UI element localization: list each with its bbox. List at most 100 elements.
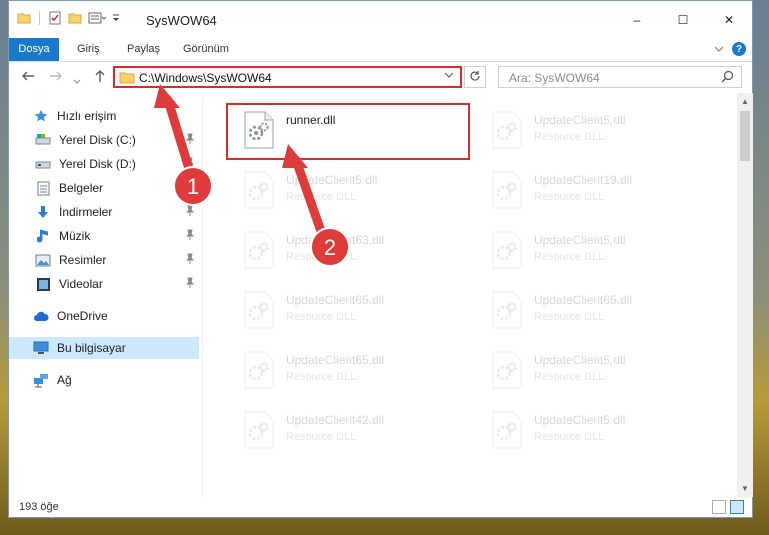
new-folder-icon[interactable]	[68, 11, 82, 25]
status-bar: 193 öğe	[9, 497, 752, 518]
scrollbar-thumb[interactable]	[740, 111, 750, 161]
tab-view[interactable]: Görünüm	[173, 38, 239, 61]
file-item[interactable]: UpdateClient5.dll Resource DLL	[465, 341, 695, 391]
search-placeholder: Ara: SysWOW64	[509, 71, 600, 85]
file-item[interactable]: UpdateClient5.dll Resource DLL	[465, 221, 695, 271]
details-view-icon[interactable]	[712, 500, 726, 514]
customize-toolbar-icon[interactable]	[112, 11, 120, 25]
address-dropdown-icon[interactable]	[444, 70, 454, 82]
file-type: Resource DLL	[534, 191, 605, 203]
file-item[interactable]: UpdateClient65.dll Resource DLL	[465, 281, 695, 331]
folder-icon	[119, 70, 135, 87]
pin-icon[interactable]	[185, 229, 195, 244]
search-icon	[721, 70, 734, 86]
sidebar-item-onedrive[interactable]: OneDrive	[9, 305, 199, 327]
close-icon: ✕	[723, 12, 735, 27]
sidebar-item-label: Yerel Disk (D:)	[59, 157, 136, 171]
sidebar-item-downloads[interactable]: İndirmeler	[9, 201, 199, 223]
file-item[interactable]: UpdateClient65.dll Resource DLL	[217, 281, 447, 331]
file-item[interactable]: UpdateClient42.dll Resource DLL	[217, 401, 447, 451]
refresh-icon	[469, 70, 481, 85]
expand-ribbon-icon[interactable]	[714, 42, 724, 56]
sidebar-item-network[interactable]: Ağ	[9, 369, 199, 391]
file-type: Resource DLL	[534, 311, 605, 323]
view-menu-icon[interactable]	[88, 11, 106, 25]
window-title: SysWOW64	[146, 13, 217, 28]
minimize-icon: –	[633, 12, 641, 27]
dll-file-icon	[491, 291, 523, 329]
address-bar[interactable]: C:\Windows\SysWOW64	[113, 66, 462, 88]
file-name: UpdateClient63.dll	[286, 233, 385, 247]
forward-icon[interactable]	[49, 69, 63, 86]
file-type: Resource DLL	[286, 311, 357, 323]
file-type: Resource DLL	[534, 431, 605, 443]
pin-icon[interactable]	[185, 253, 195, 268]
explorer-window: SysWOW64 – ☐ ✕ Dosya Giriş Paylaş Görünü…	[8, 0, 753, 518]
scroll-down-icon[interactable]: ▼	[741, 484, 749, 493]
file-item[interactable]: UpdateClient5.dll Resource DLL	[465, 101, 695, 151]
sidebar-item-videos[interactable]: Videolar	[9, 273, 199, 295]
up-icon[interactable]	[93, 69, 107, 86]
address-path: C:\Windows\SysWOW64	[139, 71, 272, 85]
sidebar-item-quick-access[interactable]: Hızlı erişim	[9, 105, 199, 127]
documents-icon	[35, 180, 51, 196]
maximize-button[interactable]: ☐	[660, 1, 706, 38]
dll-file-icon	[491, 111, 523, 149]
pin-icon[interactable]	[185, 205, 195, 220]
file-item[interactable]: UpdateClient63.dll Resource DLL	[217, 221, 447, 271]
refresh-button[interactable]	[464, 66, 486, 88]
search-box[interactable]: Ara: SysWOW64	[498, 66, 742, 88]
sidebar-item-label: Ağ	[57, 373, 72, 387]
sidebar-item-local-disk-c[interactable]: Yerel Disk (C:)	[9, 129, 199, 151]
file-item[interactable]: UpdateClient19.dll Resource DLL	[465, 161, 695, 211]
close-button[interactable]: ✕	[706, 1, 752, 38]
properties-icon[interactable]	[48, 11, 62, 25]
sidebar-item-local-disk-d[interactable]: Yerel Disk (D:)	[9, 153, 199, 175]
file-name: UpdateClient65.dll	[286, 293, 385, 307]
dll-file-icon	[243, 411, 275, 449]
dll-file-icon	[243, 291, 275, 329]
pictures-icon	[35, 252, 51, 268]
sidebar-item-music[interactable]: Müzik	[9, 225, 199, 247]
file-name: UpdateClient5.dll	[286, 173, 378, 187]
tab-share[interactable]: Paylaş	[117, 38, 170, 61]
file-name: UpdateClient42.dll	[286, 413, 385, 427]
sidebar-item-label: Müzik	[59, 229, 91, 243]
file-type: Resource DLL	[534, 251, 605, 263]
file-item[interactable]: UpdateClient5.dll Resource DLL	[217, 161, 447, 211]
pane-splitter[interactable]	[202, 97, 203, 497]
file-type: Resource DLL	[534, 131, 605, 143]
back-icon[interactable]	[21, 69, 35, 86]
large-icons-view-icon[interactable]	[730, 500, 744, 514]
file-name: UpdateClient5.dll	[534, 353, 626, 367]
file-name: UpdateClient5.dll	[534, 413, 626, 427]
sidebar-item-documents[interactable]: Belgeler	[9, 177, 199, 199]
network-icon	[33, 372, 49, 388]
sidebar-item-this-pc[interactable]: Bu bilgisayar	[9, 337, 199, 359]
file-item[interactable]: UpdateClient5.dll Resource DLL	[465, 401, 695, 451]
sidebar-item-label: Bu bilgisayar	[57, 341, 126, 355]
view-switcher	[712, 500, 744, 514]
scroll-up-icon[interactable]: ▲	[741, 97, 749, 106]
sidebar-item-pictures[interactable]: Resimler	[9, 249, 199, 271]
tab-file[interactable]: Dosya	[9, 38, 59, 61]
minimize-button[interactable]: –	[614, 1, 660, 38]
cloud-icon	[33, 308, 49, 324]
vertical-scrollbar[interactable]: ▲ ▼	[737, 93, 753, 497]
pin-icon[interactable]	[185, 133, 195, 148]
help-icon[interactable]: ?	[732, 42, 746, 56]
pin-icon[interactable]	[185, 277, 195, 292]
videos-icon	[35, 276, 51, 292]
navigation-pane: Hızlı erişim Yerel Disk (C:) Yerel Disk …	[9, 97, 201, 497]
file-name: UpdateClient65.dll	[286, 353, 385, 367]
dll-file-icon	[243, 351, 275, 389]
tab-home[interactable]: Giriş	[67, 38, 110, 61]
window-caption-buttons: – ☐ ✕	[614, 1, 752, 38]
music-icon	[35, 228, 51, 244]
pin-icon[interactable]	[185, 157, 195, 172]
pin-icon[interactable]	[185, 181, 195, 196]
recent-locations-icon[interactable]	[73, 72, 81, 88]
file-item[interactable]: UpdateClient65.dll Resource DLL	[217, 341, 447, 391]
file-type: Resource DLL	[286, 431, 357, 443]
quick-access-toolbar	[17, 11, 120, 25]
